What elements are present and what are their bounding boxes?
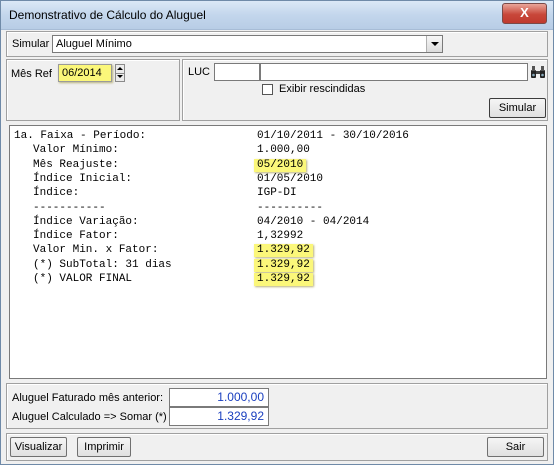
close-button[interactable]: X (502, 3, 547, 24)
memo-value: ---------- (257, 201, 324, 214)
calc-window: Demonstrativo de Cálculo do Aluguel X Si… (0, 0, 554, 465)
memo-label: (*) VALOR FINAL (33, 273, 133, 285)
simular-select[interactable]: Aluguel Mínimo (52, 35, 443, 53)
totals-group: Aluguel Faturado mês anterior: 1.000,00 … (6, 383, 548, 429)
faturado-field[interactable]: 1.000,00 (169, 388, 269, 407)
simular-select-value: Aluguel Mínimo (56, 38, 132, 50)
calculado-field[interactable]: 1.329,92 (169, 407, 269, 426)
exibir-rescindidas-label: Exibir rescindidas (279, 83, 366, 95)
memo-value: 04/2010 - 04/2014 (257, 215, 370, 228)
imprimir-button[interactable]: Imprimir (77, 437, 131, 457)
mes-ref-value: 06/2014 (62, 67, 102, 79)
visualizar-button[interactable]: Visualizar (10, 437, 67, 457)
memo-label: Índice Variação: (33, 215, 139, 228)
memo-label: Valor Min. x Fator: (33, 244, 159, 257)
simular-button[interactable]: Simular (489, 98, 546, 118)
memo-label: ----------- (33, 201, 106, 214)
luc-group: LUC Exibir rescindidas Simular (182, 59, 548, 121)
memo-value: IGP-DI (257, 187, 297, 200)
memo-label: Índice: (33, 187, 80, 200)
memo-value: 01/05/2010 (257, 172, 324, 185)
memo-value: 1.329,92 (254, 273, 313, 286)
memo-label: Mês Reajuste: (33, 158, 119, 171)
memo-value: 01/10/2011 - 30/10/2016 (257, 130, 409, 142)
memo-label: Índice Fator: (33, 230, 119, 243)
memo-value: 1,32992 (257, 230, 304, 243)
calculation-memo[interactable]: 1a. Faixa - Período: 01/10/2011 - 30/10/2… (9, 125, 547, 379)
memo-label: (*) SubTotal: 31 dias (33, 258, 172, 271)
exibir-rescindidas-checkbox[interactable] (262, 84, 273, 95)
faturado-label: Aluguel Faturado mês anterior: (12, 392, 164, 404)
memo-label: 1a. Faixa - Período: (14, 130, 147, 142)
chevron-down-icon[interactable] (426, 36, 442, 52)
sair-button[interactable]: Sair (487, 437, 544, 457)
memo-label: Valor Mínimo: (33, 144, 119, 157)
memo-label: Índice Inicial: (33, 172, 133, 185)
memo-value: 1.329,92 (254, 244, 313, 258)
simular-group: Simular Aluguel Mínimo (6, 31, 548, 57)
memo-value: 1.329,92 (254, 258, 313, 272)
footer-group: Visualizar Imprimir Sair (6, 433, 548, 461)
mes-ref-input[interactable]: 06/2014 (58, 64, 112, 82)
mes-ref-spinner[interactable] (115, 64, 125, 82)
memo-value: 05/2010 (254, 158, 307, 172)
spin-down-icon[interactable] (116, 73, 124, 81)
mes-ref-label: Mês Ref (11, 68, 52, 80)
luc-name-input[interactable] (260, 63, 528, 81)
binoculars-icon[interactable] (530, 64, 546, 80)
calculado-label: Aluguel Calculado => Somar (*) (12, 411, 167, 423)
luc-label: LUC (188, 66, 211, 78)
title-bar: Demonstrativo de Cálculo do Aluguel X (1, 1, 553, 30)
memo-value: 1.000,00 (257, 144, 310, 157)
mes-ref-group: Mês Ref 06/2014 (6, 59, 180, 121)
window-title: Demonstrativo de Cálculo do Aluguel (9, 8, 206, 22)
luc-code-input[interactable] (214, 63, 260, 81)
simular-label: Simular (12, 38, 50, 50)
